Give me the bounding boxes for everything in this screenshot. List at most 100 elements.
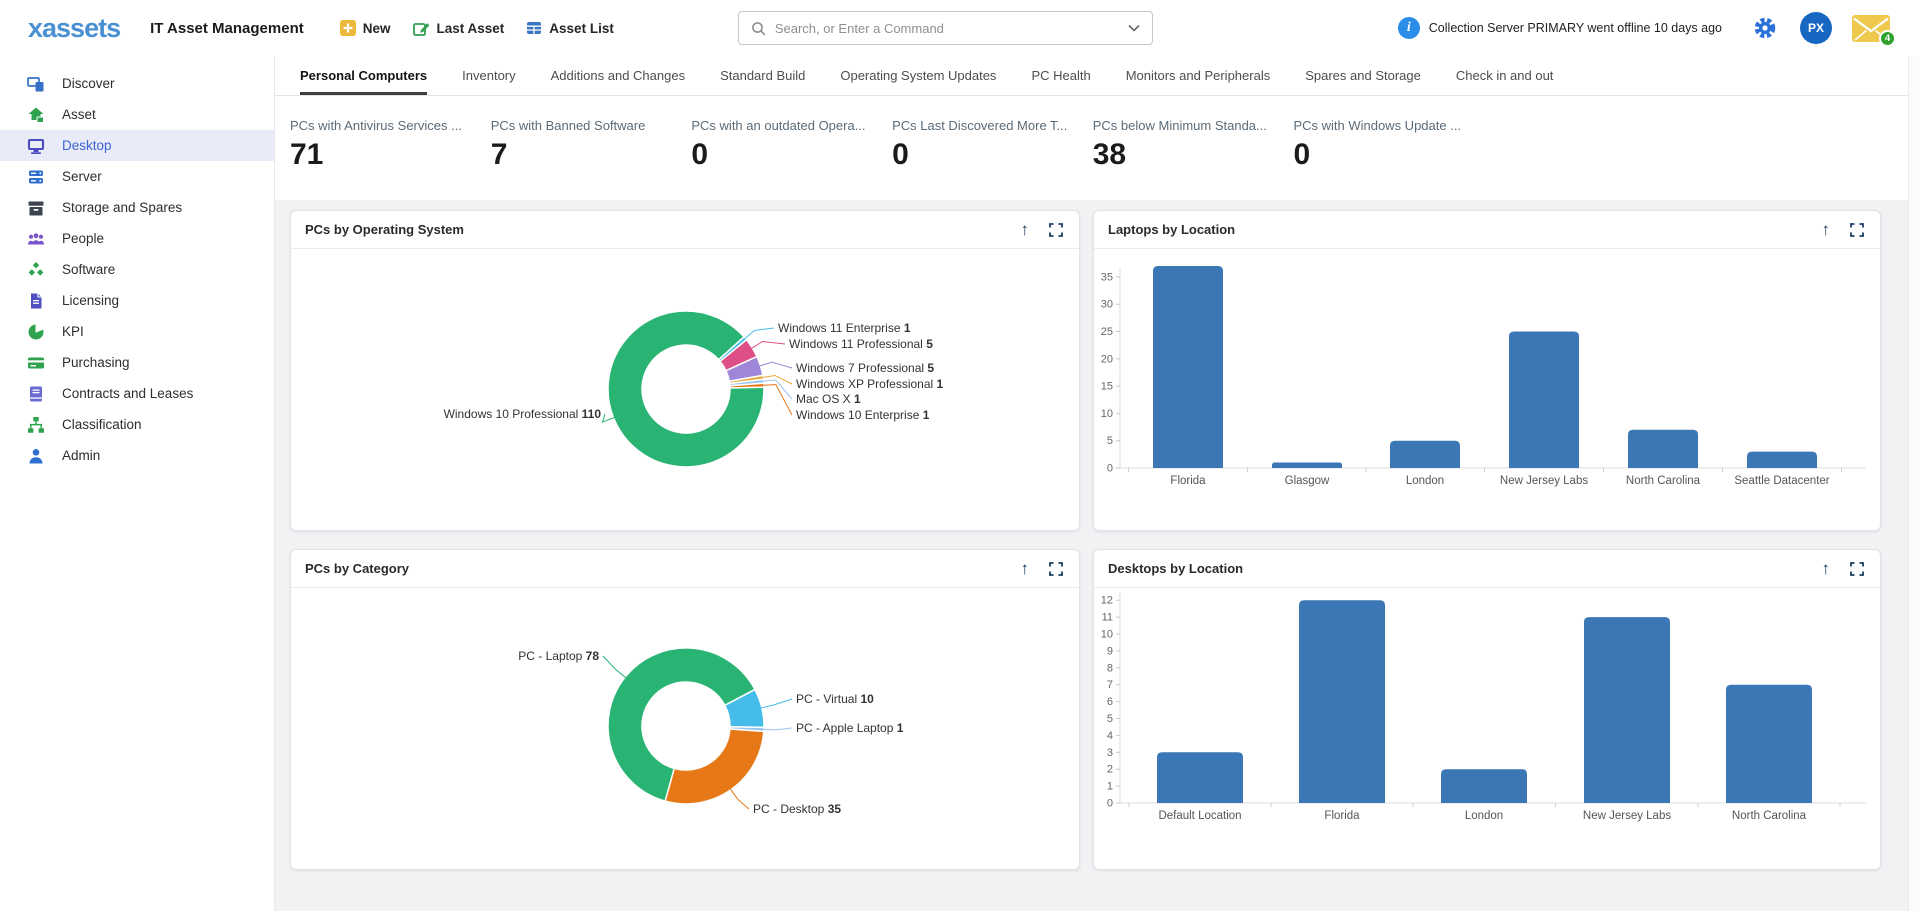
x-category-label: Seattle Datacenter <box>1734 475 1829 487</box>
sidebar-item-asset[interactable]: Asset <box>0 99 274 130</box>
sidebar-item-server[interactable]: Server <box>0 161 274 192</box>
bar[interactable] <box>1299 600 1385 803</box>
export-up-arrow-icon[interactable]: ↑ <box>1021 221 1030 238</box>
sidebar-item-label: People <box>62 231 104 246</box>
y-tick-label: 9 <box>1107 645 1113 657</box>
label-leader-line <box>751 342 785 349</box>
kpi-stat[interactable]: PCs with Banned Software 7 <box>491 118 692 200</box>
sidebar-item-label: Admin <box>62 448 100 463</box>
bar[interactable] <box>1272 463 1342 469</box>
tab-bar: Personal Computers Inventory Additions and… <box>275 56 1920 96</box>
sidebar-item-classification[interactable]: Classification <box>0 409 274 440</box>
x-category-label: Florida <box>1324 810 1360 822</box>
bar[interactable] <box>1509 332 1579 469</box>
search-input[interactable] <box>775 21 1119 36</box>
expand-fullscreen-icon[interactable] <box>1850 562 1864 576</box>
label-leader-line <box>730 789 749 809</box>
expand-fullscreen-icon[interactable] <box>1049 223 1063 237</box>
asset-list-button[interactable]: Asset List <box>526 20 614 36</box>
sidebar-item-people[interactable]: People <box>0 223 274 254</box>
sidebar-item-software[interactable]: Software <box>0 254 274 285</box>
kpi-stat-value: 71 <box>290 138 491 172</box>
expand-fullscreen-icon[interactable] <box>1049 562 1063 576</box>
export-up-arrow-icon[interactable]: ↑ <box>1822 560 1831 577</box>
bar[interactable] <box>1584 617 1670 803</box>
donut-label: Mac OS X 1 <box>796 392 861 406</box>
chart-body: PC - Virtual 10PC - Apple Laptop 1PC - D… <box>291 588 1079 870</box>
chart-card-actions: ↑ <box>1822 560 1865 577</box>
donut-label: Windows 10 Professional 110 <box>444 407 602 421</box>
bar[interactable] <box>1153 266 1223 468</box>
tab-standard-build[interactable]: Standard Build <box>720 56 805 95</box>
tab-inventory[interactable]: Inventory <box>462 56 515 95</box>
sidebar-item-licensing[interactable]: Licensing <box>0 285 274 316</box>
expand-fullscreen-icon[interactable] <box>1850 223 1864 237</box>
bar[interactable] <box>1441 769 1527 803</box>
header-right: i Collection Server PRIMARY went offline… <box>1398 12 1920 44</box>
y-tick-label: 5 <box>1107 713 1113 725</box>
bar[interactable] <box>1726 685 1812 803</box>
kpi-stat-label: PCs with Windows Update ... <box>1293 118 1494 133</box>
bar[interactable] <box>1157 752 1243 803</box>
y-tick-label: 0 <box>1107 798 1113 810</box>
bar[interactable] <box>1747 452 1817 468</box>
scrollbar-track[interactable] <box>1908 56 1920 911</box>
y-tick-label: 4 <box>1107 730 1113 742</box>
settings-gear-icon[interactable] <box>1752 15 1778 41</box>
bar[interactable] <box>1628 430 1698 468</box>
tab-pc-health[interactable]: PC Health <box>1031 56 1090 95</box>
export-up-arrow-icon[interactable]: ↑ <box>1822 221 1831 238</box>
sidebar-item-label: Storage and Spares <box>62 200 182 215</box>
sidebar-item-kpi[interactable]: KPI <box>0 316 274 347</box>
sidebar: Discover Asset Desktop Server Storage an… <box>0 56 275 911</box>
sidebar-item-label: Asset <box>62 107 96 122</box>
kpi-stat[interactable]: PCs with an outdated Opera... 0 <box>691 118 892 200</box>
donut-slice[interactable] <box>665 729 764 804</box>
donut-label: Windows 10 Enterprise 1 <box>796 408 930 422</box>
chevron-down-icon[interactable] <box>1128 24 1140 32</box>
tab-monitors-and-peripherals[interactable]: Monitors and Peripherals <box>1126 56 1271 95</box>
app-logo[interactable]: xassets <box>28 13 120 44</box>
avatar[interactable]: PX <box>1800 12 1832 44</box>
y-tick-label: 8 <box>1107 662 1113 674</box>
sidebar-item-label: Desktop <box>62 138 112 153</box>
kpi-stat[interactable]: PCs with Antivirus Services ... 71 <box>290 118 491 200</box>
sidebar-item-discover[interactable]: Discover <box>0 68 274 99</box>
sidebar-item-label: Licensing <box>62 293 119 308</box>
sidebar-item-purchasing[interactable]: Purchasing <box>0 347 274 378</box>
tab-operating-system-updates[interactable]: Operating System Updates <box>840 56 996 95</box>
kpi-stat[interactable]: PCs Last Discovered More T... 0 <box>892 118 1093 200</box>
sidebar-item-admin[interactable]: Admin <box>0 440 274 471</box>
donut-label: PC - Desktop 35 <box>753 802 841 816</box>
y-tick-label: 3 <box>1107 747 1113 759</box>
sidebar-item-desktop[interactable]: Desktop <box>0 130 274 161</box>
asset-icon <box>27 106 45 124</box>
chart-title: PCs by Operating System <box>305 222 464 237</box>
tab-additions-and-changes[interactable]: Additions and Changes <box>551 56 685 95</box>
sidebar-item-contracts-and-leases[interactable]: Contracts and Leases <box>0 378 274 409</box>
last-asset-button[interactable]: Last Asset <box>413 20 505 37</box>
label-leader-line <box>763 380 792 399</box>
kpi-stat[interactable]: PCs below Minimum Standa... 38 <box>1093 118 1294 200</box>
tab-personal-computers[interactable]: Personal Computers <box>300 56 427 95</box>
new-button[interactable]: New <box>340 20 391 36</box>
donut-label: PC - Laptop 78 <box>518 649 599 663</box>
donut-label: Windows 7 Professional 5 <box>796 361 934 375</box>
info-icon[interactable]: i <box>1398 17 1420 39</box>
tab-spares-and-storage[interactable]: Spares and Storage <box>1305 56 1421 95</box>
command-search[interactable] <box>738 11 1153 45</box>
x-category-label: North Carolina <box>1626 475 1701 487</box>
x-category-label: Florida <box>1170 475 1206 487</box>
label-leader-line <box>761 699 792 708</box>
mail-icon[interactable]: 4 <box>1852 15 1890 42</box>
discover-icon <box>27 75 45 93</box>
export-up-arrow-icon[interactable]: ↑ <box>1021 560 1030 577</box>
bar[interactable] <box>1390 441 1460 468</box>
donut-slice[interactable] <box>608 311 764 467</box>
donut-chart: PC - Virtual 10PC - Apple Laptop 1PC - D… <box>291 588 1079 870</box>
y-tick-label: 12 <box>1101 595 1113 607</box>
sidebar-item-storage-and-spares[interactable]: Storage and Spares <box>0 192 274 223</box>
kpi-stat[interactable]: PCs with Windows Update ... 0 <box>1293 118 1494 200</box>
kpi-stat-label: PCs with an outdated Opera... <box>691 118 892 133</box>
tab-check-in-and-out[interactable]: Check in and out <box>1456 56 1554 95</box>
